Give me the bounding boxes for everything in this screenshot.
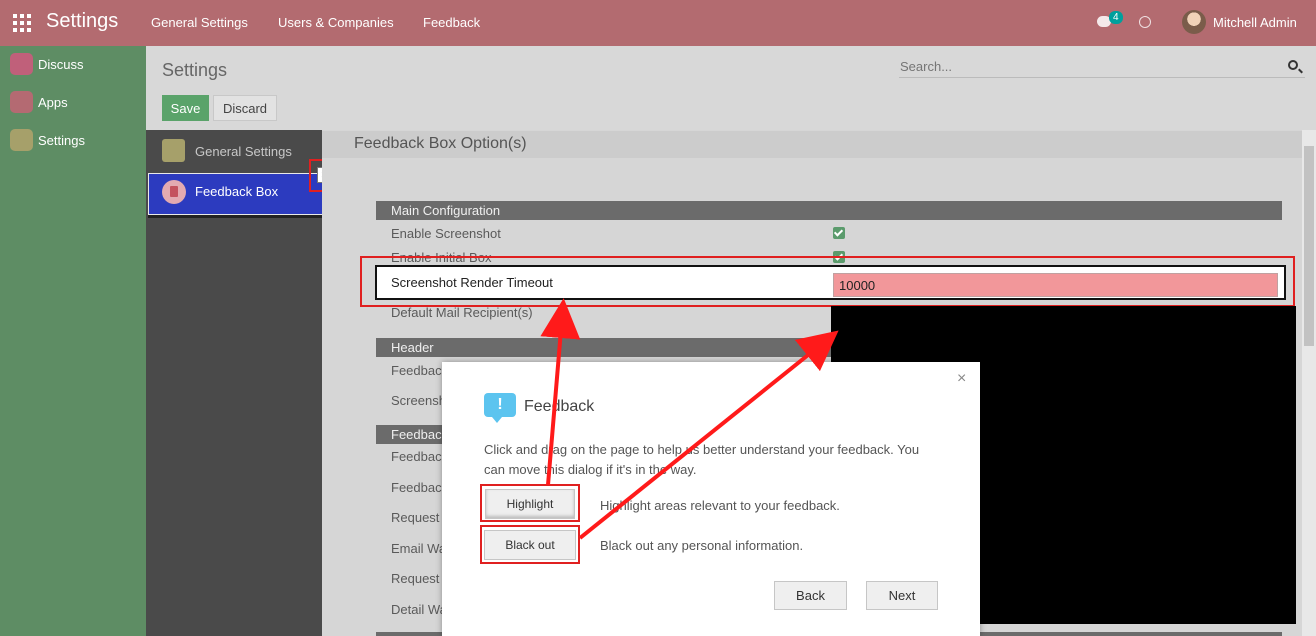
feedback-row-label: Detail Wa: [391, 602, 447, 617]
settings-nav-general[interactable]: General Settings: [146, 134, 322, 168]
feedback-row-label: Request: [391, 510, 440, 525]
feedback-row-label: Email Wa: [391, 541, 447, 556]
header-row-label: Feedbac: [391, 363, 442, 378]
settings-nav-feedback-box[interactable]: Feedback Box: [148, 173, 325, 215]
next-button[interactable]: Next: [866, 581, 938, 610]
default-mail-recipients-label: Default Mail Recipient(s): [391, 305, 533, 320]
enable-screenshot-label: Enable Screenshot: [391, 226, 501, 241]
search-icon[interactable]: [1288, 60, 1298, 70]
feedback-speech-bubble-icon: !: [484, 393, 516, 423]
feedback-row-label: Feedbac: [391, 449, 442, 464]
menu-users-companies[interactable]: Users & Companies: [278, 15, 394, 30]
top-navbar: Settings General Settings Users & Compan…: [0, 0, 1316, 46]
avatar[interactable]: [1182, 10, 1206, 34]
settings-nav-label: General Settings: [195, 144, 292, 159]
annotation-frame: [480, 525, 580, 564]
sidebar-item-label: Apps: [38, 95, 68, 110]
dialog-instructions: Click and drag on the page to help us be…: [484, 442, 920, 477]
apps-icon: [10, 91, 33, 113]
settings-nav-label: Feedback Box: [195, 184, 279, 199]
feedback-row-label: Request: [391, 571, 440, 586]
app-title: Settings: [46, 10, 119, 32]
annotation-frame: [480, 484, 580, 522]
section-title: Feedback Box Option(s): [354, 135, 527, 152]
page-title: Settings: [162, 60, 228, 80]
chat-count-badge: 4: [1109, 11, 1123, 24]
dialog-close-icon[interactable]: ×: [957, 370, 966, 388]
discuss-icon: [10, 53, 33, 75]
header-row-label: Screensh: [391, 393, 446, 408]
save-button[interactable]: Save: [162, 95, 209, 121]
feedback-box-icon: [162, 180, 186, 204]
sidebar-item-apps[interactable]: Apps: [10, 91, 140, 115]
feedback-row-label: Feedbac: [391, 480, 442, 495]
gear-icon: [162, 139, 185, 162]
search-input[interactable]: [899, 56, 1305, 78]
activity-clock-icon[interactable]: [1139, 16, 1151, 28]
black-out-description: Black out any personal information.: [600, 538, 804, 553]
annotation-frame: [360, 256, 1295, 307]
settings-gear-icon: [10, 129, 33, 151]
sidebar-item-settings[interactable]: Settings: [10, 129, 140, 153]
menu-general-settings[interactable]: General Settings: [151, 15, 248, 30]
sidebar-item-label: Discuss: [38, 57, 84, 72]
discard-button[interactable]: Discard: [213, 95, 277, 121]
sidebar-item-discuss[interactable]: Discuss: [10, 53, 140, 77]
apps-grid-icon[interactable]: [13, 14, 31, 32]
back-button[interactable]: Back: [774, 581, 847, 610]
sidebar-item-label: Settings: [38, 133, 85, 148]
highlight-description: Highlight areas relevant to your feedbac…: [600, 498, 840, 513]
menu-feedback[interactable]: Feedback: [423, 15, 480, 30]
scrollbar-thumb[interactable]: [1304, 146, 1314, 346]
group-header-main: Main Configuration: [376, 201, 1282, 220]
dialog-title: Feedback: [524, 398, 595, 415]
enable-screenshot-checkbox[interactable]: [833, 227, 845, 239]
user-menu[interactable]: Mitchell Admin: [1213, 15, 1297, 30]
